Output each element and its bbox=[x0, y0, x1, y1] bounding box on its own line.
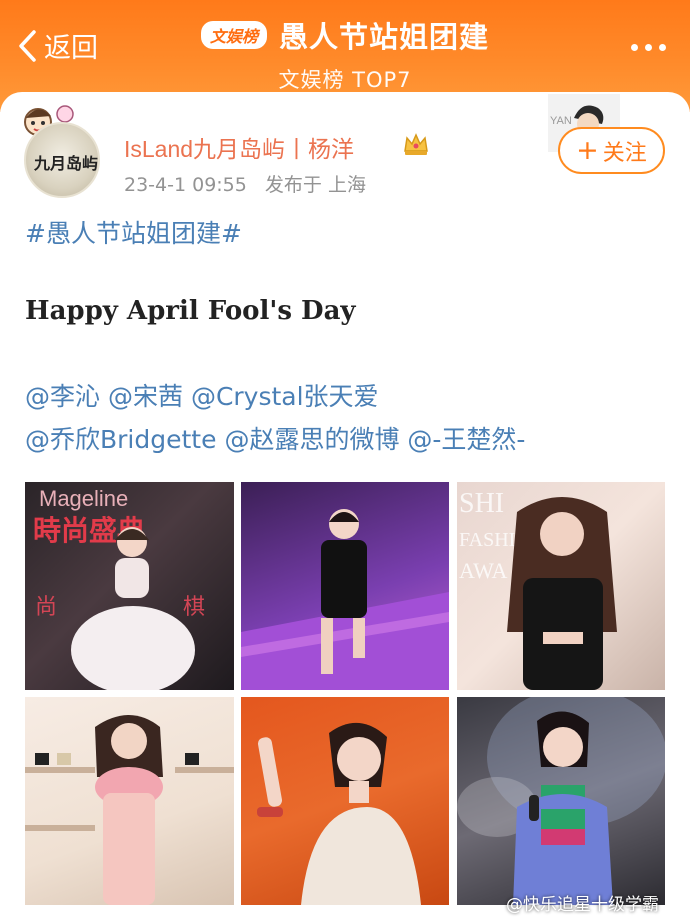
svg-text:AWA: AWA bbox=[459, 558, 507, 583]
photo-2-art bbox=[241, 509, 449, 690]
post-image-4[interactable] bbox=[25, 697, 234, 905]
photo-5-art bbox=[257, 722, 421, 905]
mentions-line-1: @李沁 @宋茜 @Crystal张天爱 bbox=[25, 377, 379, 413]
mention-link[interactable]: @赵露思的微博 bbox=[224, 425, 399, 454]
post-english-text: Happy April Fool's Day bbox=[25, 296, 356, 326]
mention-link[interactable]: @宋茜 bbox=[108, 382, 183, 411]
photo-3-art: SHI FASHIO AWA bbox=[459, 488, 617, 690]
title-block: 文娱榜 愚人节站姐团建 文娱榜 TOP7 bbox=[0, 14, 690, 94]
post-location: 发布于 上海 bbox=[264, 174, 366, 196]
username-link[interactable]: IsLand九月岛屿丨杨洋 bbox=[124, 130, 354, 164]
post-image-2[interactable] bbox=[241, 482, 449, 690]
page-subtitle[interactable]: 文娱榜 TOP7 bbox=[0, 64, 690, 94]
follow-decoration-text: YAN bbox=[550, 115, 572, 127]
avatar[interactable]: 九月岛屿 bbox=[24, 122, 100, 198]
hashtag-link[interactable]: #愚人节站姐团建# bbox=[25, 214, 242, 250]
follow-label: 关注 bbox=[602, 140, 647, 166]
mention-link[interactable]: @乔欣Bridgette bbox=[25, 425, 216, 454]
svg-text:Mageline: Mageline bbox=[39, 486, 128, 511]
photo-1-art: Mageline 時尚盛典 尚 棋 bbox=[33, 486, 205, 690]
post-meta: 23-4-1 09:55 发布于 上海 bbox=[124, 170, 378, 197]
plus-icon: + bbox=[576, 135, 599, 166]
post-image-1[interactable]: Mageline 時尚盛典 尚 棋 bbox=[25, 482, 234, 690]
ranking-badge: 文娱榜 bbox=[200, 21, 267, 49]
photo-4-art bbox=[25, 715, 234, 905]
avatar-label: 九月岛屿 bbox=[34, 154, 99, 173]
mention-link[interactable]: @李沁 bbox=[25, 382, 100, 411]
svg-text:尚: 尚 bbox=[35, 595, 57, 620]
mentions-line-2: @乔欣Bridgette @赵露思的微博 @-王楚然- bbox=[25, 420, 525, 456]
svg-text:SHI: SHI bbox=[459, 488, 504, 519]
mention-link[interactable]: @Crystal张天爱 bbox=[191, 382, 379, 411]
crown-icon bbox=[404, 133, 428, 155]
more-icon[interactable] bbox=[631, 44, 666, 51]
post-image-6[interactable] bbox=[457, 697, 665, 905]
photo-6-art bbox=[457, 697, 665, 905]
post-timestamp: 23-4-1 09:55 bbox=[124, 174, 247, 196]
watermark: @快乐追星十级学霸 bbox=[506, 895, 659, 915]
follow-button[interactable]: + 关注 bbox=[558, 127, 665, 174]
mention-link[interactable]: @-王楚然- bbox=[407, 425, 525, 454]
post-image-5[interactable] bbox=[241, 697, 449, 905]
page-title: 愚人节站姐团建 bbox=[279, 20, 490, 54]
svg-text:棋: 棋 bbox=[183, 595, 205, 620]
post-image-3[interactable]: SHI FASHIO AWA bbox=[457, 482, 665, 690]
